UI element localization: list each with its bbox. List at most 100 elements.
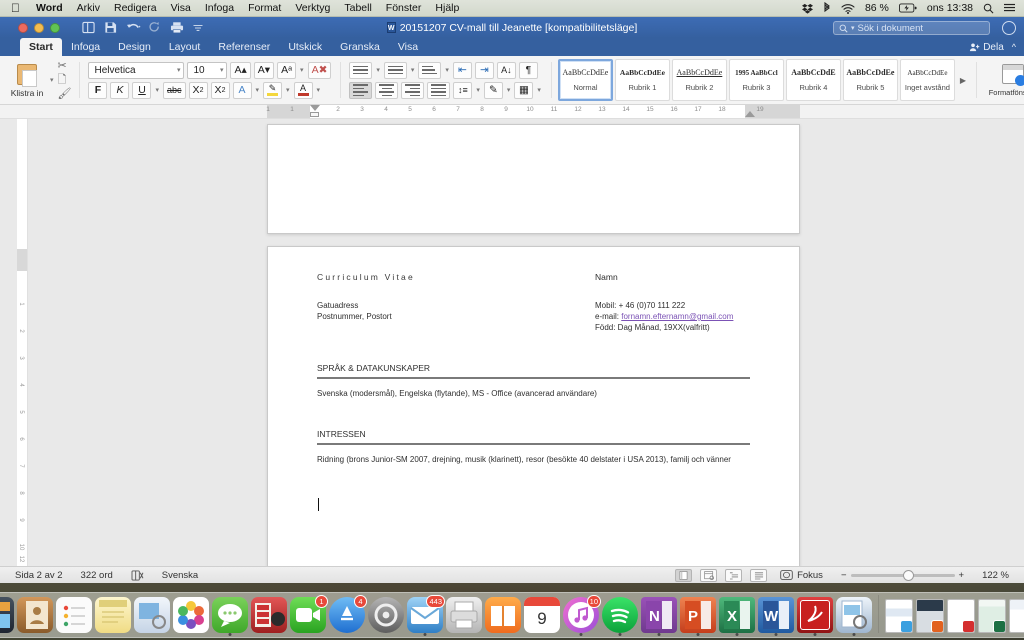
menubar-item-hjalp[interactable]: Hjälp <box>428 2 466 14</box>
underline-button[interactable]: U <box>132 81 152 99</box>
dock-item-word[interactable]: W <box>758 597 794 636</box>
zoom-knob[interactable] <box>902 569 914 581</box>
style-inget-avstand[interactable]: AaBbCcDdEe Inget avstånd <box>899 59 955 101</box>
font-size-combo[interactable]: 10 ▾ <box>187 61 228 79</box>
dock-item-mail[interactable]: 443 <box>407 595 445 636</box>
menubar-item-infoga[interactable]: Infoga <box>198 2 241 14</box>
dock-item-onenote[interactable]: N <box>641 597 677 636</box>
line-spacing-caret[interactable]: ▾ <box>475 86 481 94</box>
cv-email-link[interactable]: fornamn.efternamn@gmail.com <box>621 312 733 321</box>
document-canvas[interactable]: 1 2 3 4 5 6 7 8 9 10 11 12 <box>0 119 1024 566</box>
language-indicator[interactable]: Svenska <box>153 570 207 581</box>
tab-infoga[interactable]: Infoga <box>62 38 109 56</box>
print-layout-view[interactable] <box>675 568 693 582</box>
bullets-caret[interactable]: ▾ <box>375 66 381 74</box>
dock-item-reminders[interactable] <box>56 597 92 633</box>
zoom-out-button[interactable]: − <box>841 570 847 581</box>
tab-visa[interactable]: Visa <box>389 38 427 56</box>
current-page[interactable]: Curriculum Vitae Gatuadress Postnummer, … <box>267 246 800 566</box>
subscript-button[interactable]: X2 <box>188 81 208 99</box>
change-case-caret[interactable]: ▾ <box>299 66 305 74</box>
decrease-indent-icon[interactable]: ⇤ <box>452 61 472 79</box>
minimized-window-4[interactable] <box>978 599 1006 633</box>
menubar-item-arkiv[interactable]: Arkiv <box>70 2 107 14</box>
search-document-field[interactable]: ▾ Sök i dokument <box>833 21 990 35</box>
menubar-item-tabell[interactable]: Tabell <box>337 2 378 14</box>
menubar-item-redigera[interactable]: Redigera <box>107 2 164 14</box>
font-color-icon[interactable]: A <box>293 81 313 99</box>
apple-icon[interactable]:  <box>4 2 29 14</box>
menubar-item-word[interactable]: Word <box>29 2 70 14</box>
dock-item-preview[interactable] <box>836 597 872 636</box>
dock-item-photos[interactable] <box>173 597 209 633</box>
style-rubrik-1[interactable]: AaBbCcDdEe Rubrik 1 <box>614 59 670 101</box>
italic-button[interactable]: K <box>110 81 130 99</box>
text-effects-caret[interactable]: ▾ <box>255 86 261 94</box>
tab-layout[interactable]: Layout <box>160 38 210 56</box>
zoom-button[interactable] <box>50 22 60 33</box>
align-left-icon[interactable] <box>349 81 373 99</box>
smiley-icon[interactable] <box>1002 21 1016 35</box>
dock-item-calendar[interactable]: 9 <box>524 597 560 633</box>
underline-caret[interactable]: ▾ <box>154 86 160 94</box>
customize-toolbar-icon[interactable] <box>192 21 205 34</box>
font-color-caret[interactable]: ▾ <box>316 86 322 94</box>
multilevel-list-icon[interactable] <box>418 61 442 79</box>
menubar-item-verktyg[interactable]: Verktyg <box>288 2 337 14</box>
horizontal-ruler[interactable]: 1 1 2 3 4 5 6 7 8 9 10 11 12 13 14 15 16… <box>0 105 1024 119</box>
bulleted-list-icon[interactable] <box>349 61 373 79</box>
chevron-up-icon[interactable]: ^ <box>1010 38 1024 56</box>
font-name-combo[interactable]: Helvetica ▾ <box>88 61 185 79</box>
text-effects-icon[interactable]: A <box>232 81 252 99</box>
right-indent-marker[interactable] <box>745 111 755 117</box>
dock-item-mission-control[interactable] <box>0 597 14 633</box>
word-count[interactable]: 322 ord <box>72 570 122 581</box>
dock-item-app-store-updates[interactable] <box>134 597 170 633</box>
dock-item-ibooks[interactable] <box>485 597 521 633</box>
dock-item-facetime[interactable]: 1 <box>290 595 328 633</box>
minimized-window-5[interactable] <box>1009 599 1024 633</box>
menubar-item-format[interactable]: Format <box>241 2 288 14</box>
dock-item-messages[interactable] <box>212 597 248 636</box>
increase-indent-icon[interactable]: ⇥ <box>474 61 494 79</box>
minimized-window-3[interactable] <box>947 599 975 633</box>
outline-view[interactable] <box>725 568 743 582</box>
dock-item-photo-booth[interactable] <box>251 597 287 633</box>
shading-icon[interactable]: ✎ <box>483 81 503 99</box>
draft-view[interactable] <box>750 568 768 582</box>
tab-utskick[interactable]: Utskick <box>279 38 331 56</box>
borders-icon[interactable]: ▦ <box>514 81 534 99</box>
dock-item-spotify[interactable] <box>602 597 638 636</box>
dock-item-acrobat-reader[interactable] <box>797 597 833 636</box>
dock-item-notes[interactable] <box>95 597 131 633</box>
dock-item-app-store[interactable]: 4 <box>329 595 367 633</box>
bold-button[interactable]: F <box>88 81 108 99</box>
dock-item-printer[interactable] <box>446 597 482 633</box>
menubar-item-fonster[interactable]: Fönster <box>379 2 429 14</box>
notification-center-icon[interactable] <box>999 3 1020 14</box>
dropbox-icon[interactable] <box>797 3 818 14</box>
superscript-button[interactable]: X2 <box>210 81 230 99</box>
proofing-errors-icon[interactable] <box>122 569 153 581</box>
justify-icon[interactable] <box>427 81 451 99</box>
style-rubrik-3[interactable]: 1995 AaBbCcl Rubrik 3 <box>728 59 784 101</box>
zoom-in-button[interactable]: + <box>959 570 965 581</box>
zoom-level[interactable]: 122 % <box>973 570 1018 581</box>
grow-font-icon[interactable]: A▴ <box>230 61 251 79</box>
change-case-icon[interactable]: Aᵃ <box>277 61 297 79</box>
save-icon[interactable] <box>104 21 117 34</box>
sort-icon[interactable]: A↓ <box>496 61 516 79</box>
wifi-icon[interactable] <box>836 3 860 14</box>
multilevel-caret[interactable]: ▾ <box>444 66 450 74</box>
document-elements-icon[interactable] <box>82 21 95 34</box>
style-rubrik-4[interactable]: AaBbCcDdE Rubrik 4 <box>785 59 841 101</box>
battery-charging-icon[interactable] <box>894 3 922 13</box>
styles-pane-button[interactable]: Formatfönstret <box>981 63 1024 97</box>
format-painter-icon[interactable]: 🖌 <box>58 88 72 101</box>
paste-button[interactable]: Klistra in <box>5 62 49 98</box>
page-indicator[interactable]: Sida 2 av 2 <box>6 570 72 581</box>
scissors-icon[interactable]: ✂ <box>58 60 72 73</box>
shrink-font-icon[interactable]: A▾ <box>253 61 275 79</box>
web-layout-view[interactable] <box>700 568 718 582</box>
borders-caret[interactable]: ▾ <box>536 86 542 94</box>
